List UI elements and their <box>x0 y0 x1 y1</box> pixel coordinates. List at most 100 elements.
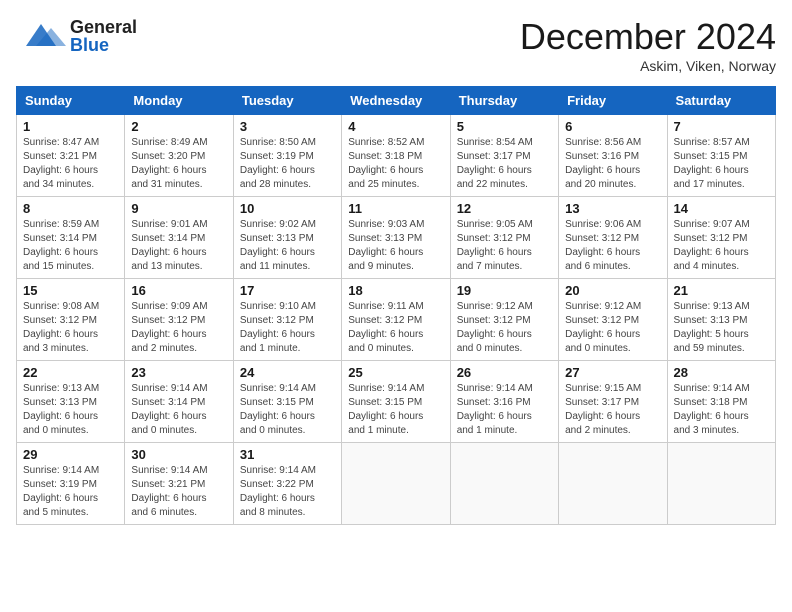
calendar-cell <box>450 443 558 525</box>
calendar-cell: 1 Sunrise: 8:47 AM Sunset: 3:21 PM Daylig… <box>17 115 125 197</box>
calendar-day-header: Tuesday <box>233 87 341 115</box>
calendar-cell: 22 Sunrise: 9:13 AM Sunset: 3:13 PM Dayli… <box>17 361 125 443</box>
day-number: 18 <box>348 283 443 298</box>
day-info: Sunrise: 9:14 AM Sunset: 3:14 PM Dayligh… <box>131 382 226 438</box>
day-number: 9 <box>131 201 226 216</box>
calendar-cell: 25Sunrise: 9:14 AM Sunset: 3:15 PM Dayli… <box>342 361 450 443</box>
day-number: 22 <box>23 365 118 380</box>
day-number: 26 <box>457 365 552 380</box>
day-number: 10 <box>240 201 335 216</box>
day-info: Sunrise: 9:05 AM Sunset: 3:12 PM Dayligh… <box>457 218 552 274</box>
day-number: 13 <box>565 201 660 216</box>
calendar-cell: 10 Sunrise: 9:02 AM Sunset: 3:13 PM Dayli… <box>233 197 341 279</box>
calendar-day-header: Friday <box>559 87 667 115</box>
day-info: Sunrise: 9:01 AM Sunset: 3:14 PM Dayligh… <box>131 218 226 274</box>
day-info: Sunrise: 9:09 AM Sunset: 3:12 PM Dayligh… <box>131 300 226 356</box>
day-info: Sunrise: 9:12 AM Sunset: 3:12 PM Dayligh… <box>565 300 660 356</box>
calendar-cell: 5Sunrise: 8:54 AM Sunset: 3:17 PM Daylig… <box>450 115 558 197</box>
day-number: 28 <box>674 365 769 380</box>
day-info: Sunrise: 8:47 AM Sunset: 3:21 PM Dayligh… <box>23 136 118 192</box>
calendar-day-header: Monday <box>125 87 233 115</box>
logo-icon <box>16 16 66 56</box>
day-number: 2 <box>131 119 226 134</box>
day-info: Sunrise: 8:54 AM Sunset: 3:17 PM Dayligh… <box>457 136 552 192</box>
calendar-cell: 18 Sunrise: 9:11 AM Sunset: 3:12 PM Dayli… <box>342 279 450 361</box>
day-number: 7 <box>674 119 769 134</box>
page-header: General Blue December 2024 Askim, Viken,… <box>16 16 776 74</box>
day-info: Sunrise: 9:14 AM Sunset: 3:19 PM Dayligh… <box>23 464 118 520</box>
day-info: Sunrise: 8:49 AM Sunset: 3:20 PM Dayligh… <box>131 136 226 192</box>
day-number: 3 <box>240 119 335 134</box>
calendar-cell: 24Sunrise: 9:14 AM Sunset: 3:15 PM Dayli… <box>233 361 341 443</box>
day-number: 4 <box>348 119 443 134</box>
calendar-cell: 15Sunrise: 9:08 AM Sunset: 3:12 PM Dayli… <box>17 279 125 361</box>
calendar-day-header: Thursday <box>450 87 558 115</box>
day-info: Sunrise: 8:52 AM Sunset: 3:18 PM Dayligh… <box>348 136 443 192</box>
calendar-cell: 11Sunrise: 9:03 AM Sunset: 3:13 PM Dayli… <box>342 197 450 279</box>
calendar-cell: 13 Sunrise: 9:06 AM Sunset: 3:12 PM Dayli… <box>559 197 667 279</box>
logo: General Blue <box>16 16 137 56</box>
day-info: Sunrise: 9:03 AM Sunset: 3:13 PM Dayligh… <box>348 218 443 274</box>
calendar-cell: 23 Sunrise: 9:14 AM Sunset: 3:14 PM Dayli… <box>125 361 233 443</box>
logo-general: General <box>70 18 137 36</box>
calendar-cell: 20 Sunrise: 9:12 AM Sunset: 3:12 PM Dayli… <box>559 279 667 361</box>
logo-blue: Blue <box>70 36 137 54</box>
calendar-day-header: Saturday <box>667 87 775 115</box>
day-number: 24 <box>240 365 335 380</box>
calendar-table: SundayMondayTuesdayWednesdayThursdayFrid… <box>16 86 776 525</box>
day-number: 1 <box>23 119 118 134</box>
day-number: 8 <box>23 201 118 216</box>
day-number: 6 <box>565 119 660 134</box>
day-info: Sunrise: 9:14 AM Sunset: 3:22 PM Dayligh… <box>240 464 335 520</box>
day-info: Sunrise: 9:11 AM Sunset: 3:12 PM Dayligh… <box>348 300 443 356</box>
day-number: 16 <box>131 283 226 298</box>
day-number: 25 <box>348 365 443 380</box>
day-info: Sunrise: 8:59 AM Sunset: 3:14 PM Dayligh… <box>23 218 118 274</box>
calendar-week-row: 29Sunrise: 9:14 AM Sunset: 3:19 PM Dayli… <box>17 443 776 525</box>
day-info: Sunrise: 9:10 AM Sunset: 3:12 PM Dayligh… <box>240 300 335 356</box>
title-block: December 2024 Askim, Viken, Norway <box>520 16 776 74</box>
month-title: December 2024 <box>520 16 776 58</box>
day-info: Sunrise: 9:13 AM Sunset: 3:13 PM Dayligh… <box>23 382 118 438</box>
day-info: Sunrise: 9:15 AM Sunset: 3:17 PM Dayligh… <box>565 382 660 438</box>
day-number: 30 <box>131 447 226 462</box>
day-info: Sunrise: 9:07 AM Sunset: 3:12 PM Dayligh… <box>674 218 769 274</box>
calendar-cell: 30 Sunrise: 9:14 AM Sunset: 3:21 PM Dayli… <box>125 443 233 525</box>
calendar-cell: 26 Sunrise: 9:14 AM Sunset: 3:16 PM Dayli… <box>450 361 558 443</box>
day-info: Sunrise: 9:02 AM Sunset: 3:13 PM Dayligh… <box>240 218 335 274</box>
day-info: Sunrise: 9:06 AM Sunset: 3:12 PM Dayligh… <box>565 218 660 274</box>
calendar-cell: 16 Sunrise: 9:09 AM Sunset: 3:12 PM Dayli… <box>125 279 233 361</box>
calendar-cell <box>667 443 775 525</box>
day-number: 19 <box>457 283 552 298</box>
calendar-cell: 8 Sunrise: 8:59 AM Sunset: 3:14 PM Daylig… <box>17 197 125 279</box>
calendar-week-row: 1 Sunrise: 8:47 AM Sunset: 3:21 PM Daylig… <box>17 115 776 197</box>
calendar-cell <box>342 443 450 525</box>
calendar-header-row: SundayMondayTuesdayWednesdayThursdayFrid… <box>17 87 776 115</box>
day-number: 23 <box>131 365 226 380</box>
day-number: 20 <box>565 283 660 298</box>
calendar-cell: 7 Sunrise: 8:57 AM Sunset: 3:15 PM Daylig… <box>667 115 775 197</box>
calendar-cell: 9 Sunrise: 9:01 AM Sunset: 3:14 PM Daylig… <box>125 197 233 279</box>
day-number: 21 <box>674 283 769 298</box>
calendar-cell: 4 Sunrise: 8:52 AM Sunset: 3:18 PM Daylig… <box>342 115 450 197</box>
calendar-cell: 14Sunrise: 9:07 AM Sunset: 3:12 PM Dayli… <box>667 197 775 279</box>
calendar-cell: 2 Sunrise: 8:49 AM Sunset: 3:20 PM Daylig… <box>125 115 233 197</box>
calendar-cell: 3Sunrise: 8:50 AM Sunset: 3:19 PM Daylig… <box>233 115 341 197</box>
day-number: 17 <box>240 283 335 298</box>
day-info: Sunrise: 9:14 AM Sunset: 3:18 PM Dayligh… <box>674 382 769 438</box>
day-info: Sunrise: 9:14 AM Sunset: 3:21 PM Dayligh… <box>131 464 226 520</box>
calendar-cell: 12 Sunrise: 9:05 AM Sunset: 3:12 PM Dayli… <box>450 197 558 279</box>
day-number: 31 <box>240 447 335 462</box>
day-info: Sunrise: 9:14 AM Sunset: 3:16 PM Dayligh… <box>457 382 552 438</box>
day-info: Sunrise: 8:57 AM Sunset: 3:15 PM Dayligh… <box>674 136 769 192</box>
day-info: Sunrise: 8:56 AM Sunset: 3:16 PM Dayligh… <box>565 136 660 192</box>
calendar-cell: 31 Sunrise: 9:14 AM Sunset: 3:22 PM Dayli… <box>233 443 341 525</box>
day-number: 12 <box>457 201 552 216</box>
day-number: 15 <box>23 283 118 298</box>
calendar-week-row: 15Sunrise: 9:08 AM Sunset: 3:12 PM Dayli… <box>17 279 776 361</box>
calendar-cell: 27 Sunrise: 9:15 AM Sunset: 3:17 PM Dayli… <box>559 361 667 443</box>
calendar-cell <box>559 443 667 525</box>
calendar-week-row: 22 Sunrise: 9:13 AM Sunset: 3:13 PM Dayli… <box>17 361 776 443</box>
day-number: 27 <box>565 365 660 380</box>
calendar-cell: 6 Sunrise: 8:56 AM Sunset: 3:16 PM Daylig… <box>559 115 667 197</box>
